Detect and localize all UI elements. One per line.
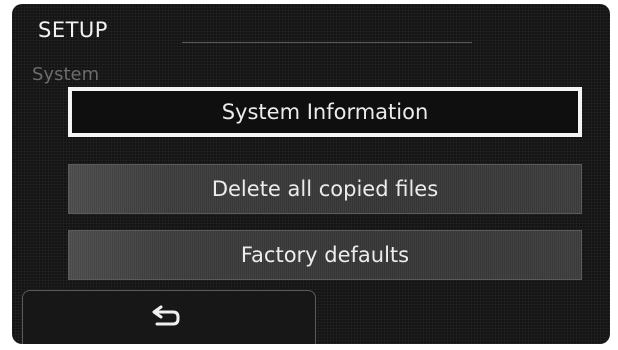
menu-item-delete-all-copied-files[interactable]: Delete all copied files [68, 164, 582, 214]
menu-item-label: System Information [221, 100, 429, 124]
section-label: System [32, 64, 100, 85]
menu-item-label: Delete all copied files [211, 177, 439, 201]
setup-screen: SETUP System System Information Delete a… [12, 4, 610, 344]
return-arrow-icon [152, 305, 180, 326]
menu-item-factory-defaults[interactable]: Factory defaults [68, 230, 582, 280]
title-divider [182, 42, 472, 43]
page-title: SETUP [38, 18, 108, 42]
menu-item-label: Factory defaults [240, 243, 410, 267]
back-button[interactable] [22, 290, 316, 344]
menu-item-system-information[interactable]: System Information [68, 87, 582, 137]
